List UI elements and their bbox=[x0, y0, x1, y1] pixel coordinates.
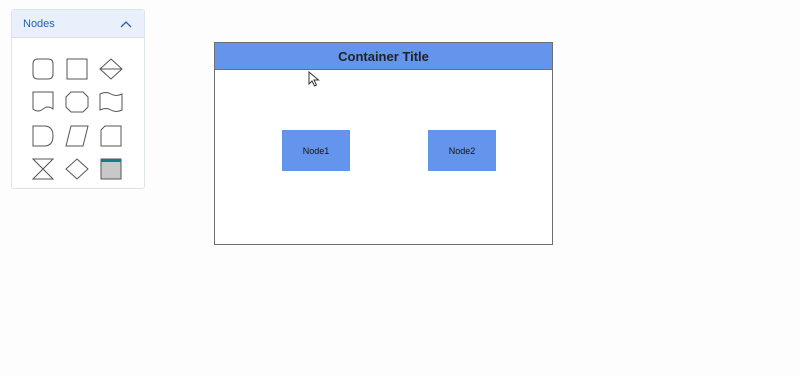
delay-icon bbox=[32, 125, 54, 147]
palette-shape-terminator[interactable] bbox=[26, 52, 60, 86]
palette-shape-delay[interactable] bbox=[26, 119, 60, 153]
palette-shape-decision[interactable] bbox=[60, 153, 94, 187]
palette-shape-container[interactable] bbox=[94, 153, 128, 187]
palette-shape-data[interactable] bbox=[60, 119, 94, 153]
container-title: Container Title bbox=[338, 48, 429, 64]
palette-shape-tape[interactable] bbox=[94, 86, 128, 120]
node-1[interactable]: Node1 bbox=[282, 130, 350, 171]
mouse-cursor-icon bbox=[308, 71, 320, 87]
palette-shape-grid bbox=[26, 52, 128, 186]
palette-shape-card[interactable] bbox=[94, 119, 128, 153]
palette-shape-sort[interactable] bbox=[94, 52, 128, 86]
tape-icon bbox=[99, 92, 123, 113]
palette-shape-document[interactable] bbox=[26, 86, 60, 120]
palette-shape-preparation[interactable] bbox=[60, 86, 94, 120]
collapse-palette-button[interactable] bbox=[118, 16, 134, 32]
diagram-container[interactable]: Container Title bbox=[214, 42, 553, 245]
rectangle-icon bbox=[66, 58, 88, 80]
node-2[interactable]: Node2 bbox=[428, 130, 496, 171]
palette-shape-rectangle[interactable] bbox=[60, 52, 94, 86]
symbol-palette: Nodes bbox=[11, 9, 145, 189]
collate-icon bbox=[32, 158, 54, 180]
sort-icon bbox=[99, 58, 123, 80]
container-header[interactable]: Container Title bbox=[215, 43, 552, 70]
terminator-icon bbox=[32, 58, 54, 80]
decision-diamond-icon bbox=[65, 158, 89, 180]
preparation-icon bbox=[65, 91, 89, 113]
chevron-up-icon bbox=[120, 20, 132, 27]
card-icon bbox=[100, 125, 122, 147]
palette-header[interactable]: Nodes bbox=[12, 10, 144, 38]
data-parallelogram-icon bbox=[65, 125, 89, 147]
node-2-label: Node2 bbox=[448, 145, 476, 156]
node-1-label: Node1 bbox=[302, 145, 330, 156]
container-icon bbox=[100, 158, 122, 180]
document-icon bbox=[32, 91, 54, 112]
palette-shape-collate[interactable] bbox=[26, 153, 60, 187]
palette-title: Nodes bbox=[23, 17, 55, 30]
